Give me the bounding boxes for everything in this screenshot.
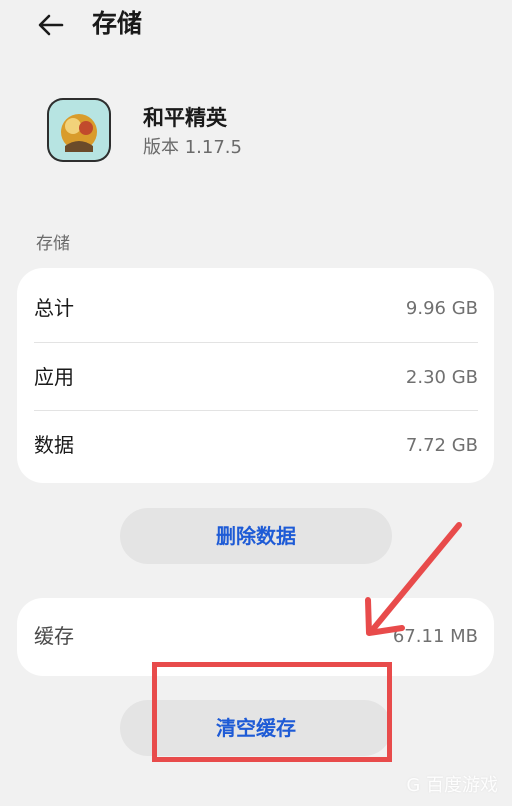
storage-row-label: 总计	[34, 296, 74, 320]
page-title: 存储	[92, 9, 143, 38]
storage-row-value: 9.96 GB	[405, 298, 478, 319]
app-version: 版本 1.17.5	[143, 137, 242, 158]
storage-row-total: 总计 9.96 GB	[17, 274, 494, 342]
watermark: G 百度游戏	[406, 774, 498, 798]
delete-data-button[interactable]: 删除数据	[120, 508, 392, 564]
cache-value: 67.11 MB	[392, 626, 478, 647]
storage-row-label: 数据	[34, 433, 74, 457]
top-bar: 存储	[0, 0, 512, 52]
storage-row-data: 数据 7.72 GB	[17, 411, 494, 479]
storage-row-value: 7.72 GB	[405, 435, 478, 456]
app-name: 和平精英	[143, 106, 227, 130]
app-icon	[47, 98, 111, 162]
storage-row-value: 2.30 GB	[405, 367, 478, 388]
watermark-text: 百度游戏	[426, 775, 498, 796]
storage-row-label: 应用	[34, 365, 74, 389]
back-arrow-icon[interactable]	[36, 10, 66, 40]
storage-section-label: 存储	[36, 234, 70, 254]
storage-row-app: 应用 2.30 GB	[17, 343, 494, 411]
cache-label: 缓存	[34, 624, 74, 648]
watermark-logo-icon: G	[406, 775, 421, 796]
annotation-highlight-box	[152, 662, 392, 762]
storage-card: 总计 9.96 GB 应用 2.30 GB 数据 7.72 GB	[17, 268, 494, 483]
